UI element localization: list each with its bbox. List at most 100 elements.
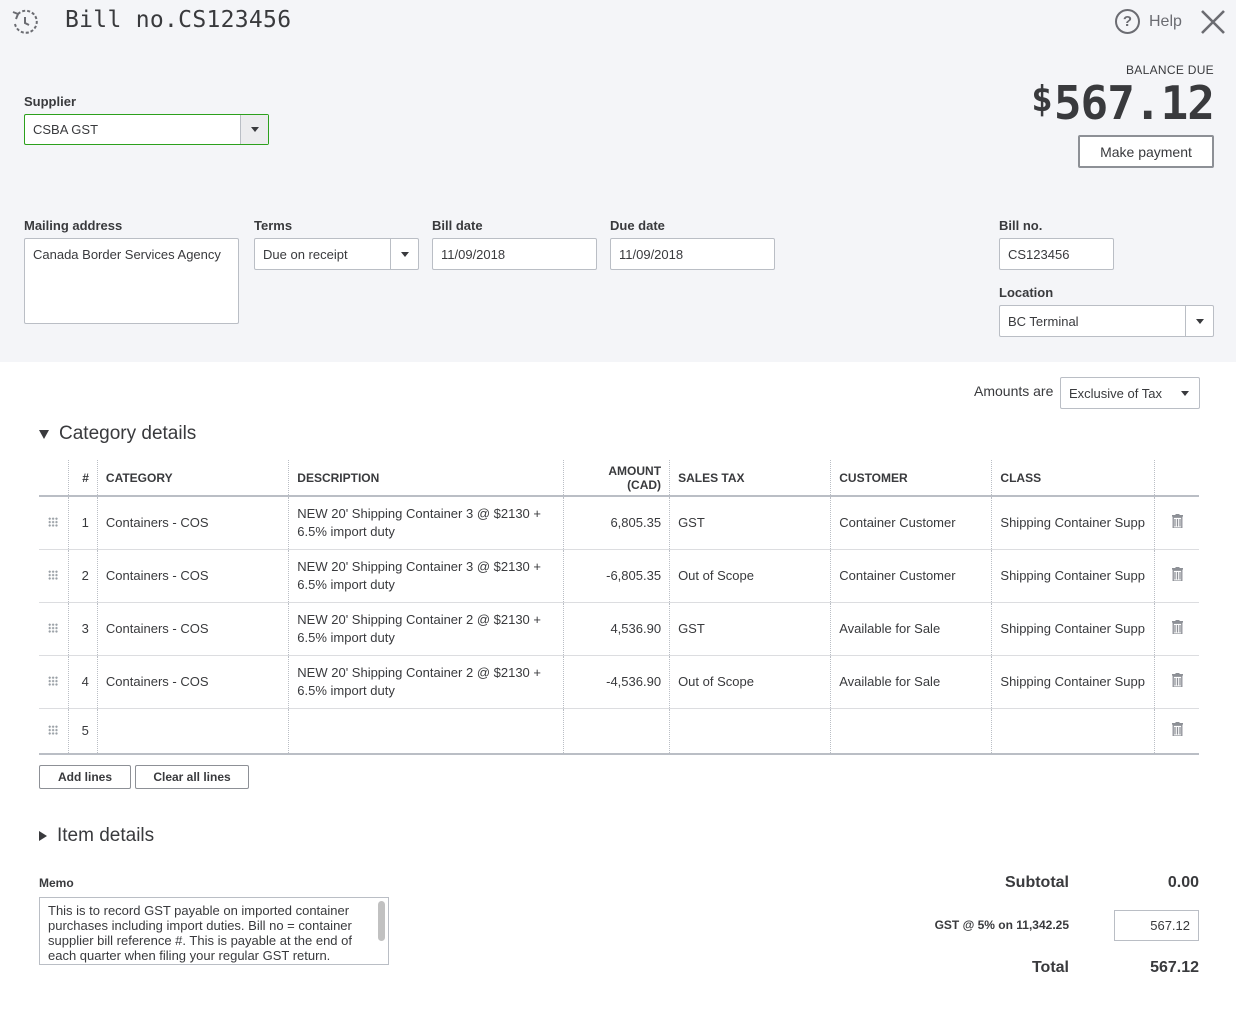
row-category[interactable]: Containers - COS [96,496,289,550]
drag-handle-icon[interactable] [48,725,59,736]
row-description[interactable]: NEW 20' Shipping Container 3 @ $2130 + 6… [288,496,564,550]
memo-field[interactable]: This is to record GST payable on importe… [39,897,389,965]
row-num: 4 [67,655,98,709]
drag-handle-icon[interactable] [48,676,59,686]
row-class[interactable]: Shipping Container Supp [991,496,1155,550]
row-category[interactable]: Containers - COS [96,602,289,656]
total-value: 567.12 [1150,959,1199,976]
row-category[interactable]: Containers - COS [96,655,289,709]
help-icon: ? [1115,9,1140,34]
row-category[interactable] [96,708,289,755]
header-num: # [67,460,98,497]
mailing-address-field[interactable]: Canada Border Services Agency [24,238,239,324]
table-row[interactable]: 1 Containers - COS NEW 20' Shipping Cont… [39,496,1199,550]
table-row[interactable]: 2 Containers - COS NEW 20' Shipping Cont… [39,549,1199,603]
trash-icon[interactable] [1171,620,1183,634]
amounts-are-select[interactable]: Exclusive of Tax [1060,377,1200,409]
delete-cell[interactable] [1154,496,1199,550]
row-num: 3 [67,602,98,656]
row-description[interactable]: NEW 20' Shipping Container 2 @ $2130 + 6… [288,602,564,656]
chevron-down-icon[interactable] [240,115,268,144]
gst-amount-field[interactable]: 567.12 [1114,910,1199,941]
chevron-down-icon[interactable] [1185,306,1213,336]
trash-icon[interactable] [1171,567,1183,581]
delete-cell[interactable] [1154,602,1199,656]
row-description[interactable] [288,708,564,755]
amounts-are-value: Exclusive of Tax [1069,385,1162,401]
make-payment-button[interactable]: Make payment [1078,135,1214,168]
subtotal-value: 0.00 [1167,874,1199,891]
trash-icon[interactable] [1171,514,1183,529]
row-category[interactable]: Containers - COS [96,549,289,603]
drag-cell[interactable] [39,602,69,656]
supplier-select[interactable]: CSBA GST [24,114,269,145]
category-details-toggle[interactable]: Category details [39,423,196,445]
row-sales-tax[interactable]: Out of Scope [669,655,831,709]
help-button[interactable]: ? Help [1115,9,1182,34]
row-sales-tax[interactable]: GST [669,602,831,656]
row-description[interactable]: NEW 20' Shipping Container 2 @ $2130 + 6… [288,655,564,709]
close-icon[interactable] [1199,8,1227,36]
row-num: 1 [67,496,98,550]
row-customer[interactable]: Container Customer [830,496,992,550]
bill-no-field[interactable]: CS123456 [999,238,1114,270]
row-customer[interactable] [830,708,992,755]
trash-icon[interactable] [1171,722,1183,737]
drag-handle-icon[interactable] [48,570,59,580]
table-row[interactable]: 5 [39,708,1199,755]
balance-due-label: BALANCE DUE [1126,63,1214,77]
help-label: Help [1149,12,1182,30]
memo-scrollbar[interactable] [378,901,385,941]
drag-handle-icon[interactable] [48,623,59,633]
row-sales-tax[interactable]: Out of Scope [669,549,831,603]
delete-cell[interactable] [1154,655,1199,709]
add-lines-button[interactable]: Add lines [39,765,131,789]
delete-cell[interactable] [1154,549,1199,603]
header-class: CLASS [991,460,1155,497]
location-select[interactable]: BC Terminal [999,305,1214,337]
item-details-toggle[interactable]: Item details [39,825,154,847]
row-customer[interactable]: Available for Sale [830,602,992,656]
mailing-address-value: Canada Border Services Agency [33,247,221,262]
table-row[interactable]: 4 Containers - COS NEW 20' Shipping Cont… [39,655,1199,709]
row-class[interactable]: Shipping Container Supp [991,549,1155,603]
drag-cell[interactable] [39,549,69,603]
row-amount[interactable] [563,708,670,755]
delete-cell[interactable] [1154,708,1199,755]
row-customer[interactable]: Container Customer [830,549,992,603]
bill-date-value: 11/09/2018 [441,246,506,262]
row-amount[interactable]: 6,805.35 [563,496,670,550]
memo-label: Memo [39,876,74,890]
row-amount[interactable]: -6,805.35 [563,549,670,603]
row-description[interactable]: NEW 20' Shipping Container 3 @ $2130 + 6… [288,549,564,603]
table-row[interactable]: 3 Containers - COS NEW 20' Shipping Cont… [39,602,1199,656]
drag-cell[interactable] [39,655,69,709]
header-category: CATEGORY [96,460,289,497]
row-class[interactable]: Shipping Container Supp [991,655,1155,709]
chevron-down-icon[interactable] [390,239,418,269]
bill-header-panel: Bill no.CS123456 ? Help Supplier CSBA GS… [0,0,1236,362]
terms-select[interactable]: Due on receipt [254,238,419,270]
row-sales-tax[interactable] [669,708,831,755]
drag-cell[interactable] [39,496,69,550]
supplier-label: Supplier [24,94,77,109]
item-details-title: Item details [57,825,155,846]
row-sales-tax[interactable]: GST [669,496,831,550]
clear-all-lines-button[interactable]: Clear all lines [135,765,249,789]
header-description: DESCRIPTION [288,460,564,497]
supplier-value: CSBA GST [33,122,99,137]
amounts-are-label: Amounts are [974,383,1054,399]
drag-handle-icon[interactable] [48,517,59,528]
chevron-down-icon[interactable] [1171,378,1199,408]
due-date-field[interactable]: 11/09/2018 [610,238,775,270]
row-amount[interactable]: -4,536.90 [563,655,670,709]
drag-cell[interactable] [39,708,69,755]
bill-no-value: CS123456 [1008,246,1070,262]
row-customer[interactable]: Available for Sale [830,655,992,709]
trash-icon[interactable] [1171,673,1183,687]
row-class[interactable]: Shipping Container Supp [991,602,1155,656]
bill-date-field[interactable]: 11/09/2018 [432,238,597,270]
history-icon[interactable] [10,8,40,36]
row-class[interactable] [991,708,1155,755]
row-amount[interactable]: 4,536.90 [563,602,670,656]
